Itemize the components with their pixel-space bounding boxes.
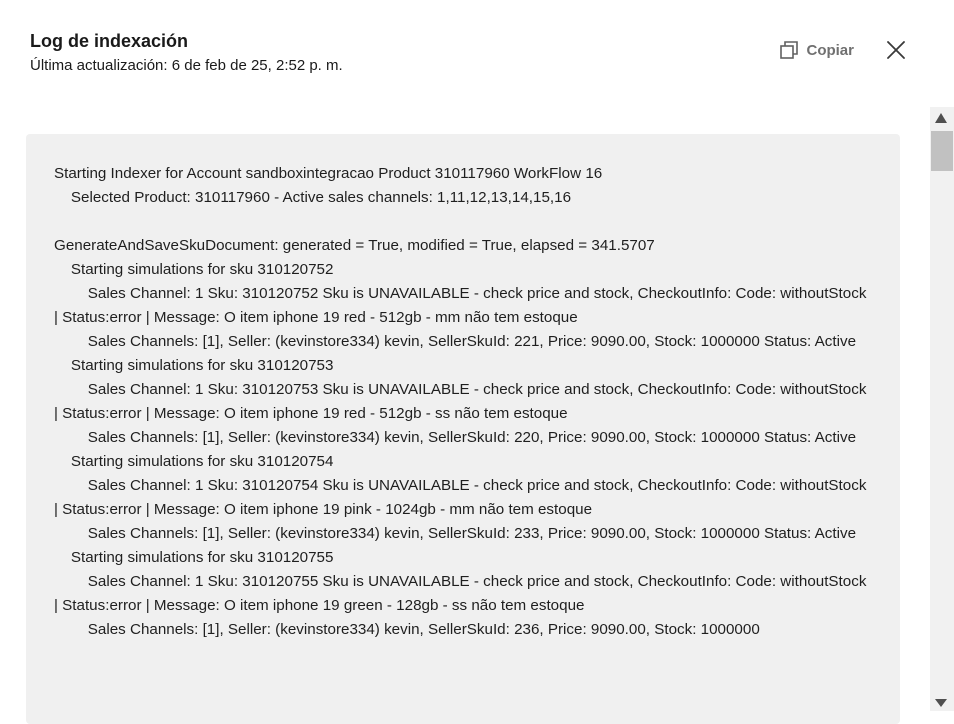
scroll-up-arrow-icon[interactable]: [935, 113, 947, 123]
log-line: Sales Channels: [1], Seller: (kevinstore…: [54, 333, 857, 350]
log-line: Sales Channel: 1 Sku: 310120753 Sku is U…: [54, 381, 871, 422]
log-line: Starting simulations for sku 310120754: [54, 453, 334, 470]
log-panel: Starting Indexer for Account sandboxinte…: [26, 134, 900, 724]
log-line: Selected Product: 310117960 - Active sal…: [54, 189, 572, 206]
close-icon[interactable]: [886, 40, 906, 60]
copy-label: Copiar: [806, 41, 854, 59]
log-line: Starting simulations for sku 310120755: [54, 549, 334, 566]
log-line: Starting Indexer for Account sandboxinte…: [54, 165, 603, 182]
dialog-actions: Copiar: [780, 40, 906, 60]
vertical-scrollbar[interactable]: [930, 107, 954, 711]
log-text: Starting Indexer for Account sandboxinte…: [26, 134, 900, 642]
log-line: Starting simulations for sku 310120752: [54, 261, 334, 278]
copy-icon: [780, 41, 799, 59]
log-line: Sales Channels: [1], Seller: (kevinstore…: [54, 525, 857, 542]
log-line: Sales Channels: [1], Seller: (kevinstore…: [54, 621, 760, 638]
log-line: Sales Channels: [1], Seller: (kevinstore…: [54, 429, 857, 446]
log-line: GenerateAndSaveSkuDocument: generated = …: [54, 237, 655, 254]
log-line: Sales Channel: 1 Sku: 310120752 Sku is U…: [54, 285, 871, 326]
copy-button[interactable]: Copiar: [780, 41, 854, 59]
dialog-header: Log de indexación Última actualización: …: [30, 30, 343, 76]
last-updated-text: Última actualización: 6 de feb de 25, 2:…: [30, 57, 343, 74]
scroll-thumb[interactable]: [931, 131, 953, 171]
log-line: Sales Channel: 1 Sku: 310120755 Sku is U…: [54, 573, 871, 614]
scroll-down-arrow-icon[interactable]: [935, 699, 947, 707]
log-line: Starting simulations for sku 310120753: [54, 357, 334, 374]
log-line: Sales Channel: 1 Sku: 310120754 Sku is U…: [54, 477, 871, 518]
dialog-title: Log de indexación: [30, 31, 189, 51]
